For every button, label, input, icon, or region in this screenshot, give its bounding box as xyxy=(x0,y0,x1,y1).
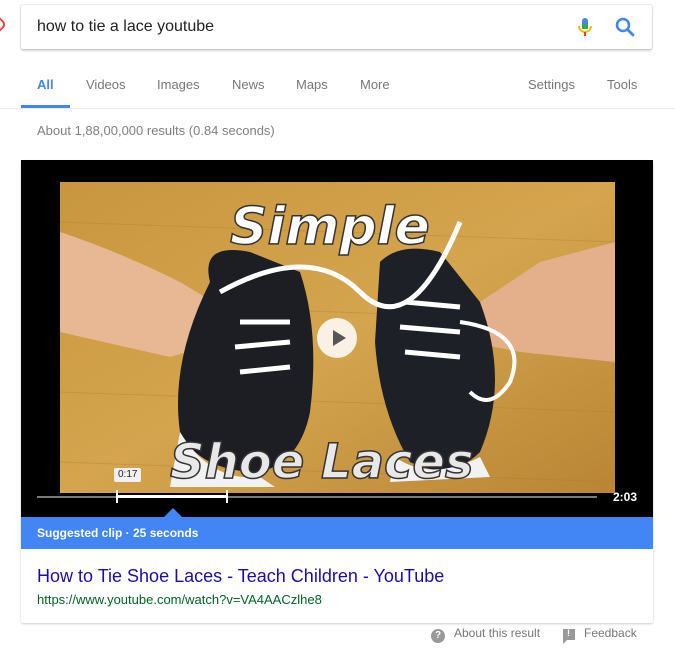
tab-maps[interactable]: Maps xyxy=(296,62,328,106)
tab-all[interactable]: All xyxy=(21,62,69,108)
suggested-clip-label: Suggested clip · 25 seconds xyxy=(37,526,199,540)
tab-tools[interactable]: Tools xyxy=(607,62,637,106)
thumbnail-title-top: Simple xyxy=(230,197,430,257)
suggested-clip-bar: Suggested clip · 25 seconds xyxy=(21,517,653,549)
clip-start-time: 0:17 xyxy=(114,468,142,482)
about-this-result-link[interactable]: About this result xyxy=(454,626,540,640)
search-input[interactable] xyxy=(37,5,537,49)
play-icon[interactable] xyxy=(317,318,357,358)
results-stats: About 1,88,00,000 results (0.84 seconds) xyxy=(37,123,275,138)
tab-news[interactable]: News xyxy=(232,62,265,106)
suggested-clip-range[interactable] xyxy=(116,490,228,503)
tab-more[interactable]: More xyxy=(360,62,390,106)
google-logo-fragment[interactable] xyxy=(0,19,4,35)
result-title-link[interactable]: How to Tie Shoe Laces - Teach Children -… xyxy=(37,566,444,587)
feedback-link[interactable]: Feedback xyxy=(584,626,637,640)
help-icon[interactable]: ? xyxy=(431,629,445,643)
search-tabs: All Videos Images News Maps More Setting… xyxy=(0,62,675,109)
mic-icon[interactable] xyxy=(573,15,597,39)
result-url: https://www.youtube.com/watch?v=VA4AACzl… xyxy=(37,592,322,607)
tab-images[interactable]: Images xyxy=(157,62,200,106)
search-icon[interactable] xyxy=(613,15,637,39)
clip-pointer xyxy=(164,508,182,517)
thumbnail-title-bottom: Shoe Laces xyxy=(170,434,474,490)
tab-videos[interactable]: Videos xyxy=(86,62,126,106)
video-player[interactable]: Simple Shoe Laces 0:17 2:03 xyxy=(21,160,653,517)
feedback-icon[interactable] xyxy=(563,628,575,644)
video-result-card: Simple Shoe Laces 0:17 2:03 Suggested cl… xyxy=(21,160,653,623)
search-box[interactable] xyxy=(21,5,652,49)
video-duration: 2:03 xyxy=(612,490,637,504)
video-timeline[interactable] xyxy=(37,490,597,503)
tab-settings[interactable]: Settings xyxy=(528,62,575,106)
